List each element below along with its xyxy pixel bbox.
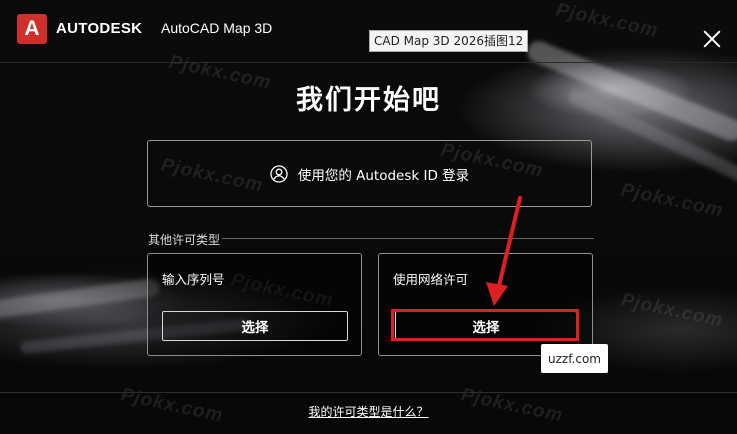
background-streak — [0, 277, 161, 321]
highlight-box — [391, 309, 579, 341]
footer-divider — [0, 392, 737, 393]
watermark-badge: uzzf.com — [541, 344, 608, 373]
autodesk-license-dialog: Pjokx.com Pjokx.com Pjokx.com Pjokx.com … — [0, 0, 737, 434]
select-serial-number-button[interactable]: 选择 — [162, 311, 348, 341]
watermark-text: Pjokx.com — [619, 289, 726, 332]
serial-number-card: 输入序列号 选择 — [147, 253, 362, 356]
product-name: AutoCAD Map 3D — [161, 20, 273, 36]
page-title: 我们开始吧 — [296, 85, 441, 116]
user-icon — [270, 164, 288, 183]
logo-letter: A — [24, 17, 40, 40]
serial-number-title: 输入序列号 — [162, 272, 225, 287]
annotation-arrow-icon — [486, 196, 522, 306]
network-license-title: 使用网络许可 — [393, 272, 469, 287]
close-icon[interactable] — [700, 27, 724, 51]
watermark-text: Pjokx.com — [619, 179, 726, 222]
title-bar: A AUTODESK AutoCAD Map 3D CAD Map 3D 202… — [0, 0, 737, 63]
autodesk-logo-icon: A — [17, 14, 47, 44]
sign-in-label: 使用您的 Autodesk ID 登录 — [297, 167, 470, 184]
brand-name: AUTODESK — [56, 20, 143, 37]
image-caption-tooltip: CAD Map 3D 2026插图12 — [369, 30, 529, 52]
license-type-help-link[interactable]: 我的许可类型是什么？ — [0, 403, 737, 420]
other-license-types-label: 其他许可类型 — [148, 233, 221, 247]
